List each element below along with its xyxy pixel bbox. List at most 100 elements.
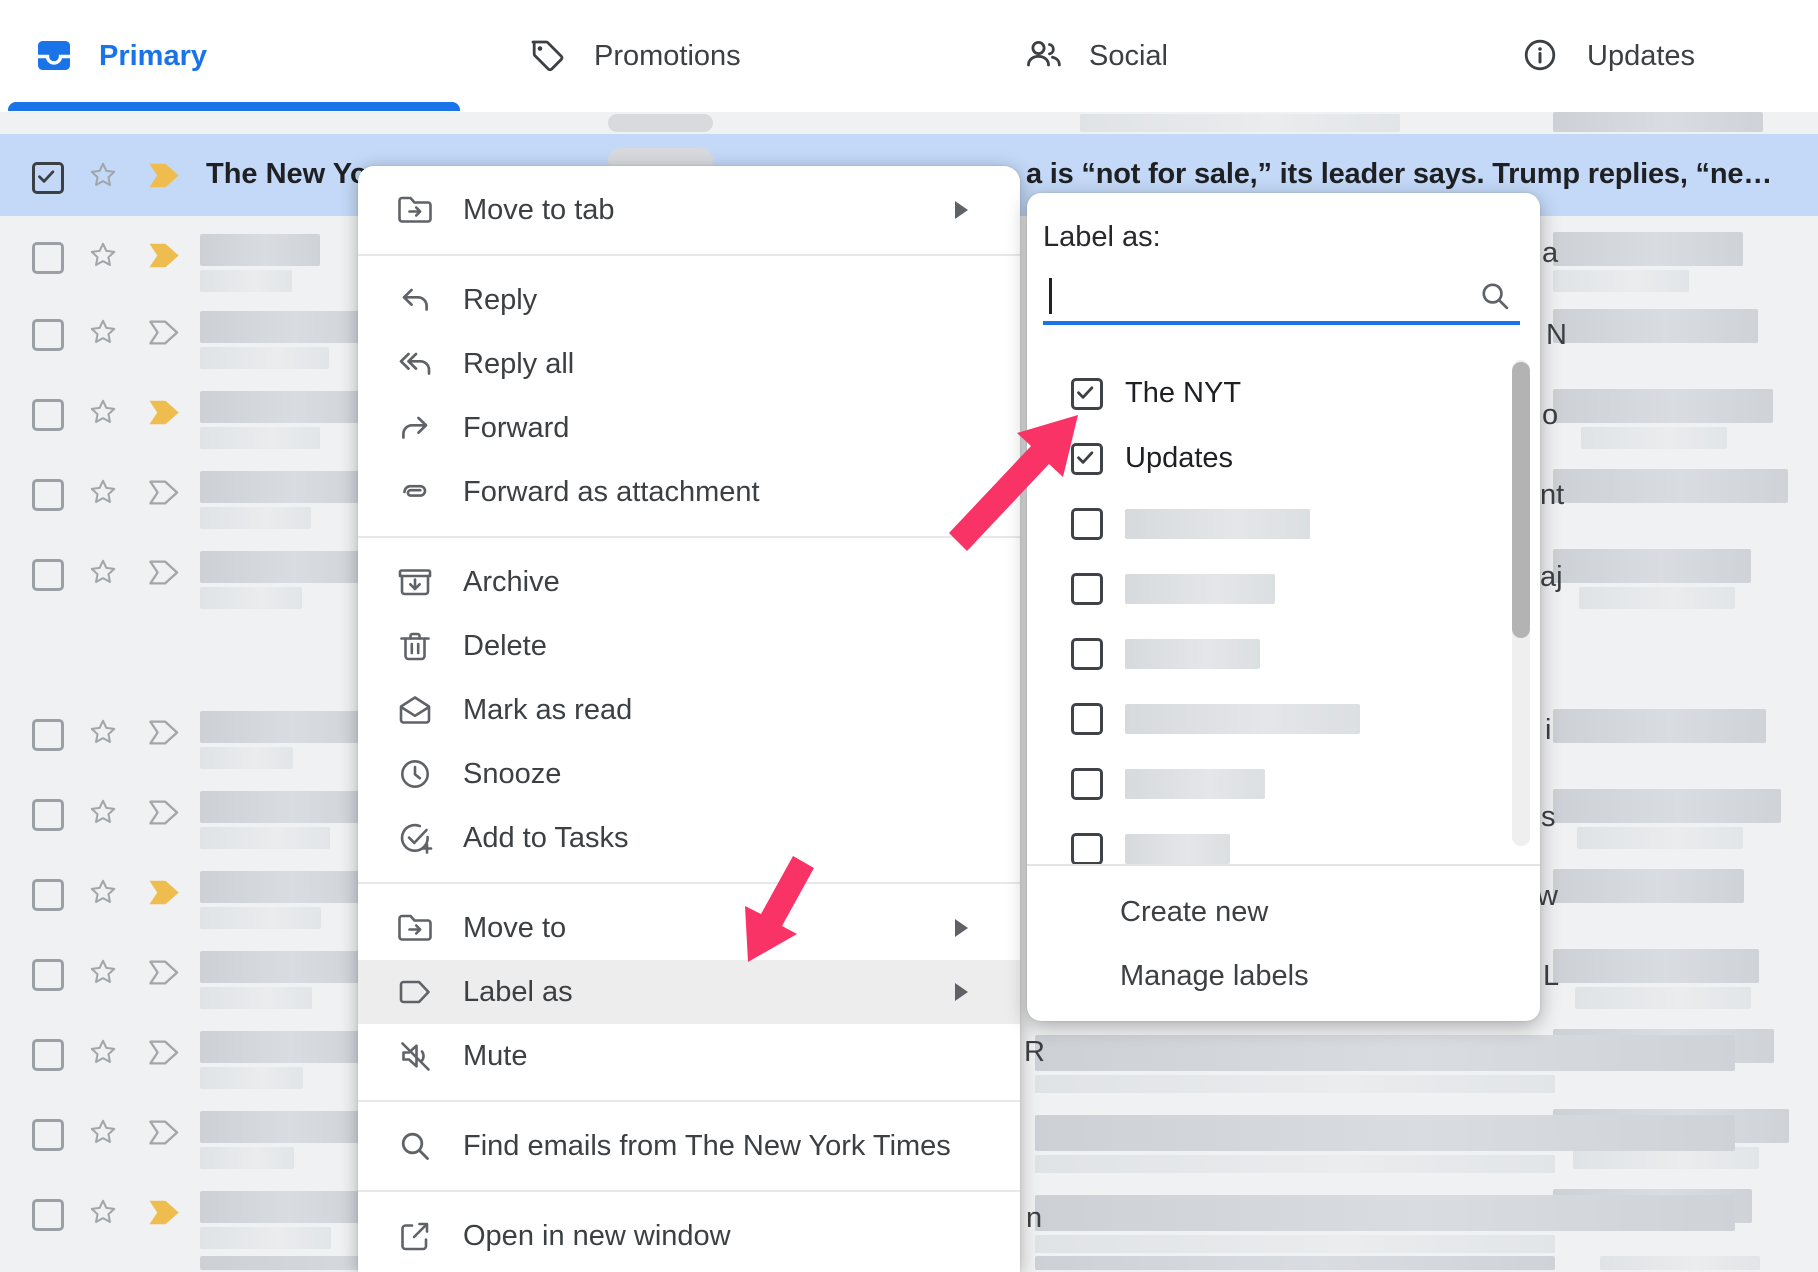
menu-item-delete[interactable]: Delete <box>358 614 1020 678</box>
scrollbar-thumb[interactable] <box>1512 362 1530 638</box>
label-option-redacted[interactable] <box>1027 556 1540 621</box>
label-option-redacted[interactable] <box>1027 686 1540 751</box>
redacted-text-block <box>1553 949 1759 983</box>
row-checkbox[interactable] <box>32 1119 64 1151</box>
menu-item-find-emails-from-the-new-york-times[interactable]: Find emails from The New York Times <box>358 1114 1020 1178</box>
label-search-input[interactable] <box>1043 269 1520 321</box>
star-icon[interactable] <box>86 1195 120 1229</box>
label-option-redacted[interactable] <box>1027 491 1540 556</box>
redacted-text-block <box>200 551 370 583</box>
star-icon[interactable] <box>86 1035 120 1069</box>
row-checkbox[interactable] <box>32 479 64 511</box>
tab-social[interactable]: Social <box>910 0 1364 112</box>
redacted-text-block <box>1035 1035 1735 1071</box>
redacted-text-block <box>200 951 366 983</box>
menu-item-forward[interactable]: Forward <box>358 396 1020 460</box>
redacted-text-block <box>200 311 373 343</box>
label-checkbox-checked[interactable] <box>1071 378 1103 410</box>
tab-label: Primary <box>99 40 207 73</box>
row-checkbox[interactable] <box>32 319 64 351</box>
reply-icon <box>395 280 435 320</box>
label-checkbox[interactable] <box>1071 703 1103 735</box>
star-icon[interactable] <box>86 875 120 909</box>
label-checkbox[interactable] <box>1071 573 1103 605</box>
label-option-the-nyt[interactable]: The NYT <box>1027 361 1540 426</box>
row-checkbox[interactable] <box>32 959 64 991</box>
importance-marker-icon[interactable] <box>148 399 182 426</box>
row-checkbox[interactable] <box>32 559 64 591</box>
label-option-redacted[interactable] <box>1027 816 1540 864</box>
star-icon[interactable] <box>86 1115 120 1149</box>
label-checkbox[interactable] <box>1071 638 1103 670</box>
menu-item-reply[interactable]: Reply <box>358 268 1020 332</box>
importance-marker-icon[interactable] <box>148 319 182 346</box>
importance-marker-icon[interactable] <box>148 719 182 746</box>
row-checkbox[interactable] <box>32 1039 64 1071</box>
clipped-text-fragment: w <box>1537 879 1558 913</box>
row-checkbox[interactable] <box>32 399 64 431</box>
menu-item-label-as[interactable]: Label as <box>358 960 1020 1024</box>
importance-marker-icon[interactable] <box>148 479 182 506</box>
star-icon[interactable] <box>86 715 120 749</box>
redacted-text-block <box>1575 987 1751 1009</box>
row-checkbox[interactable] <box>32 719 64 751</box>
redacted-text-block <box>200 234 320 266</box>
row-checkbox[interactable] <box>32 242 64 274</box>
star-icon[interactable] <box>86 475 120 509</box>
star-icon[interactable] <box>86 395 120 429</box>
star-icon[interactable] <box>86 315 120 349</box>
row-checkbox[interactable] <box>32 799 64 831</box>
importance-marker-icon[interactable] <box>148 1199 182 1226</box>
label-option-redacted[interactable] <box>1027 751 1540 816</box>
redacted-text-block <box>1600 1256 1760 1270</box>
importance-marker-icon[interactable] <box>148 242 182 269</box>
email-sender: The New Yo <box>206 158 368 191</box>
importance-marker-icon[interactable] <box>148 879 182 906</box>
label-checkbox-checked[interactable] <box>1071 443 1103 475</box>
email-row-partial[interactable] <box>0 112 1818 134</box>
scrollbar-track[interactable] <box>1512 360 1530 846</box>
menu-item-move-to-tab[interactable]: Move to tab <box>358 178 1020 242</box>
menu-item-reply-all[interactable]: Reply all <box>358 332 1020 396</box>
label-checkbox[interactable] <box>1071 833 1103 865</box>
star-icon[interactable] <box>86 238 120 272</box>
importance-marker-icon[interactable] <box>148 559 182 586</box>
redacted-text-block <box>1035 1115 1735 1151</box>
mute-icon <box>395 1036 435 1076</box>
importance-marker-icon[interactable] <box>148 799 182 826</box>
menu-item-mute[interactable]: Mute <box>358 1024 1020 1088</box>
label-menu-action-create-new[interactable]: Create new <box>1027 880 1540 944</box>
tab-updates[interactable]: Updates <box>1364 0 1818 112</box>
importance-marker-icon[interactable] <box>148 162 182 189</box>
label-checkbox[interactable] <box>1071 508 1103 540</box>
people-icon <box>1022 33 1066 77</box>
tab-primary[interactable]: Primary <box>0 0 455 112</box>
menu-item-move-to[interactable]: Move to <box>358 896 1020 960</box>
label-option-updates[interactable]: Updates <box>1027 426 1540 491</box>
importance-marker-icon[interactable] <box>148 1039 182 1066</box>
row-checkbox[interactable] <box>32 879 64 911</box>
menu-item-label: Find emails from The New York Times <box>463 1130 951 1163</box>
label-icon <box>395 972 435 1012</box>
label-checkbox[interactable] <box>1071 768 1103 800</box>
label-option-redacted[interactable] <box>1027 621 1540 686</box>
menu-item-archive[interactable]: Archive <box>358 550 1020 614</box>
menu-item-snooze[interactable]: Snooze <box>358 742 1020 806</box>
tab-promotions[interactable]: Promotions <box>455 0 910 112</box>
importance-marker-icon[interactable] <box>148 959 182 986</box>
importance-marker-icon[interactable] <box>148 1119 182 1146</box>
menu-item-open-in-new-window[interactable]: Open in new window <box>358 1204 1020 1268</box>
divider <box>358 254 1020 256</box>
star-icon[interactable] <box>86 555 120 589</box>
menu-item-add-to-tasks[interactable]: Add to Tasks <box>358 806 1020 870</box>
row-checkbox-checked[interactable] <box>32 162 64 194</box>
menu-item-forward-as-attachment[interactable]: Forward as attachment <box>358 460 1020 524</box>
menu-item-mark-as-read[interactable]: Mark as read <box>358 678 1020 742</box>
divider <box>358 1100 1020 1102</box>
redacted-text-block <box>1553 389 1773 423</box>
star-icon[interactable] <box>86 955 120 989</box>
row-checkbox[interactable] <box>32 1199 64 1231</box>
star-icon[interactable] <box>86 158 120 192</box>
star-icon[interactable] <box>86 795 120 829</box>
label-menu-action-manage-labels[interactable]: Manage labels <box>1027 944 1540 1008</box>
